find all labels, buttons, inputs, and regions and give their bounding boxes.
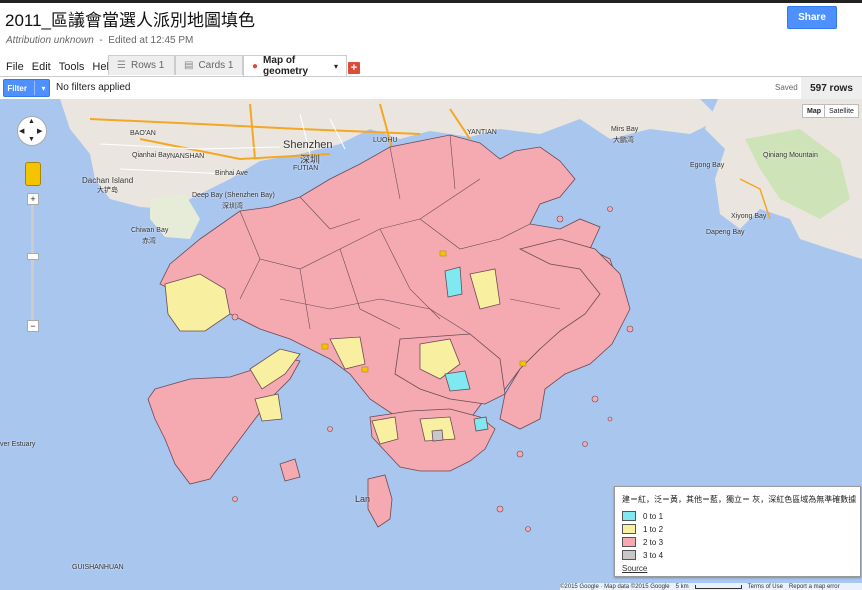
label-mirs: Mirs Bay — [611, 126, 639, 133]
pan-left-icon[interactable]: ◀ — [19, 127, 24, 135]
zoom-slider-track[interactable] — [31, 199, 34, 321]
add-tab-button[interactable]: + — [348, 62, 360, 74]
zoom-in-button[interactable]: + — [27, 193, 39, 205]
label-binhai: Binhai Ave — [215, 170, 248, 177]
tab-rows-label: Rows 1 — [130, 60, 165, 71]
legend-label: 3 to 4 — [643, 550, 664, 560]
filter-status: No filters applied — [56, 82, 131, 93]
label-dachan-zh: 大铲岛 — [97, 187, 118, 194]
map-legend: 建＝紅，泛＝黃，其他＝藍，獨立＝ 灰，深紅色區域為無準確數據 0 to 1 1 … — [614, 486, 861, 577]
label-qianhai: Qianhai Bay — [132, 152, 171, 159]
label-dapeng: Dapeng Bay — [706, 229, 745, 236]
district-lamma — [367, 474, 393, 528]
district-hk-cyan — [473, 416, 489, 432]
menu-file[interactable]: File — [6, 61, 24, 73]
tab-rows[interactable]: ☰ Rows 1 — [108, 55, 175, 75]
tab-map-label: Map of geometry — [263, 55, 309, 77]
report-error-link[interactable]: Report a map error — [789, 584, 840, 590]
map-pin-icon: ● — [252, 60, 259, 72]
map-type-satellite-button[interactable]: Satellite — [824, 104, 859, 118]
label-river-estuary: ver Estuary — [0, 441, 36, 448]
label-dachan: Dachan Island — [82, 176, 134, 185]
zoom-out-button[interactable]: − — [27, 320, 39, 332]
meta-separator: - — [96, 35, 109, 46]
label-qiniang: Qiniang Mountain — [763, 152, 818, 159]
label-mirs-zh: 大鹏湾 — [613, 137, 634, 144]
share-button[interactable]: Share — [787, 6, 837, 29]
terms-link[interactable]: Terms of Use — [748, 584, 783, 590]
filter-button[interactable]: Filter ▾ — [3, 79, 50, 97]
label-lantau: Lan — [355, 494, 371, 504]
legend-item: 3 to 4 — [622, 550, 663, 560]
document-title: 2011_區議會當選人派別地圖填色 — [5, 11, 256, 30]
label-xiyong: Xiyong Bay — [731, 213, 767, 220]
top-border — [0, 0, 862, 3]
pan-control[interactable]: ▲ ▼ ◀ ▶ — [17, 116, 47, 146]
legend-swatch-2 — [622, 537, 636, 547]
legend-swatch-0 — [622, 511, 636, 521]
row-count: 597 rows — [801, 77, 862, 99]
legend-label: 1 to 2 — [643, 524, 664, 534]
attribution-text: Attribution unknown — [6, 35, 94, 46]
pan-up-icon[interactable]: ▲ — [28, 118, 35, 125]
district-cheung-chau — [279, 458, 301, 482]
label-luohu: LUOHU — [373, 137, 398, 144]
label-deep-bay: Deep Bay (Shenzhen Bay) — [192, 192, 275, 199]
tab-cards[interactable]: ▤ Cards 1 — [175, 55, 243, 75]
cards-icon: ▤ — [184, 60, 194, 71]
legend-label: 0 to 1 — [643, 511, 664, 521]
map-type-map-button[interactable]: Map — [802, 104, 826, 118]
legend-swatch-1 — [622, 524, 636, 534]
label-chiwan-zh: 赤湾 — [142, 238, 156, 245]
document-meta: Attribution unknown - Edited at 12:45 PM — [6, 35, 193, 46]
legend-label: 2 to 3 — [643, 537, 664, 547]
pegman-icon[interactable] — [25, 162, 41, 186]
filter-bar: Filter ▾ No filters applied Saved 597 ro… — [0, 76, 862, 100]
map-footer: ©2015 Google · Map data ©2015 Google 5 k… — [560, 583, 862, 590]
filter-button-label: Filter — [7, 83, 27, 93]
legend-item: 1 to 2 — [622, 524, 663, 534]
label-chiwan: Chiwan Bay — [131, 227, 169, 234]
label-nanshan: NANSHAN — [170, 153, 205, 160]
edited-time: Edited at 12:45 PM — [108, 35, 194, 46]
label-futian: FUTIAN — [293, 165, 319, 172]
map-copyright: ©2015 Google · Map data ©2015 Google — [560, 583, 670, 590]
zoom-slider-handle[interactable] — [27, 253, 39, 260]
label-yantian: YANTIAN — [467, 129, 497, 136]
menu-bar: File Edit Tools Help — [6, 61, 115, 73]
menu-edit[interactable]: Edit — [32, 61, 51, 73]
filter-dropdown-icon[interactable]: ▾ — [42, 84, 46, 93]
label-shenzhen: Shenzhen — [283, 139, 333, 151]
pan-down-icon[interactable]: ▼ — [28, 136, 35, 143]
filter-button-divider — [33, 81, 35, 95]
label-deep-bay-zh: 深圳湾 — [222, 203, 243, 210]
label-baoan: BAO'AN — [130, 130, 156, 137]
legend-source-link[interactable]: Source — [622, 564, 647, 573]
label-egong: Egong Bay — [690, 162, 725, 169]
map-scale: 5 km — [675, 583, 689, 590]
legend-swatch-3 — [622, 550, 636, 560]
scale-bar — [694, 584, 742, 589]
menu-tools[interactable]: Tools — [59, 61, 85, 73]
chevron-down-icon[interactable]: ▾ — [334, 62, 338, 71]
mainland-east-edge — [560, 99, 720, 139]
district-tung-chung-yellow — [254, 393, 283, 422]
legend-item: 0 to 1 — [622, 511, 663, 521]
district-hk-grey — [431, 429, 444, 442]
map-view[interactable]: Shenzhen 深圳 FUTIAN LUOHU BAO'AN NANSHAN … — [0, 99, 862, 590]
pan-right-icon[interactable]: ▶ — [37, 127, 42, 135]
tab-cards-label: Cards 1 — [198, 60, 234, 71]
legend-item: 2 to 3 — [622, 537, 663, 547]
tab-map[interactable]: ● Map of geometry ▾ — [243, 55, 347, 77]
legend-heading: 建＝紅，泛＝黃，其他＝藍，獨立＝ 灰，深紅色區域為無準確數據 — [622, 495, 857, 504]
rows-icon: ☰ — [117, 60, 126, 71]
label-guishanhuan: GUISHANHUAN — [72, 564, 124, 571]
district-cyan-1 — [444, 266, 463, 298]
label-shenzhen-zh: 深圳 — [300, 155, 320, 166]
save-status: Saved — [775, 83, 798, 92]
